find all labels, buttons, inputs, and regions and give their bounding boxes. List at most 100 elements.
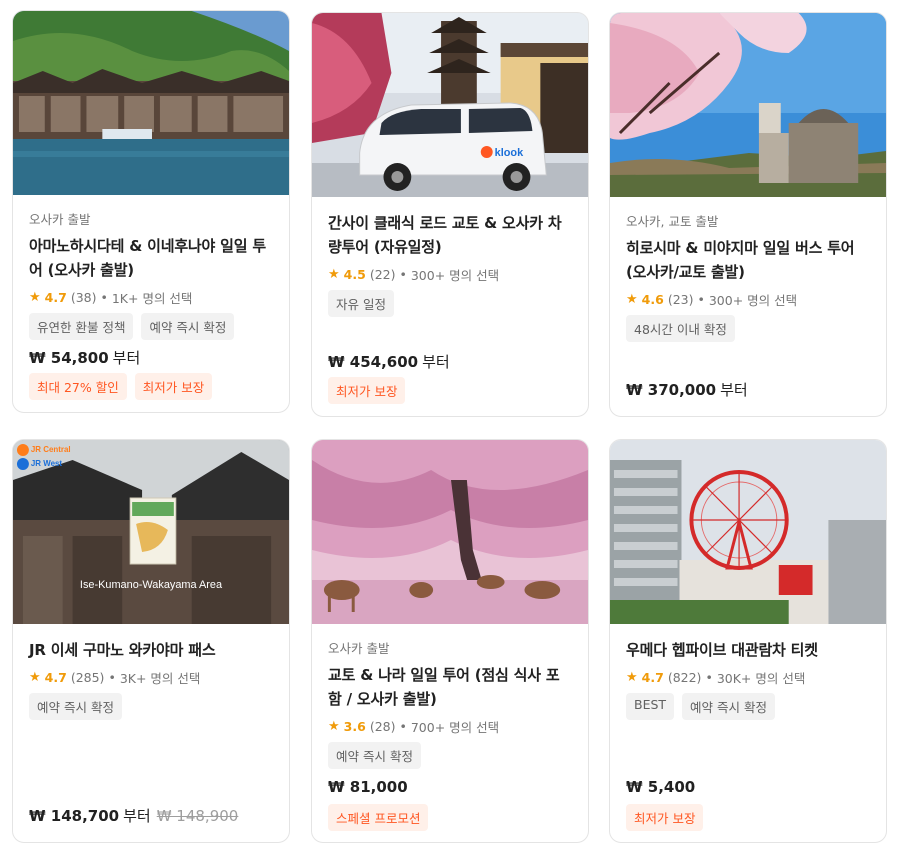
review-count: (38)	[70, 290, 97, 305]
tag-best: BEST	[626, 693, 675, 720]
product-title[interactable]: 히로시마 & 미야지마 일일 버스 투어 (오사카/교토 출발)	[626, 236, 870, 284]
booked-count: 300+ 명의 선택	[708, 293, 798, 308]
product-image[interactable]	[312, 440, 588, 624]
product-card-hiroshima-miyajima[interactable]: 오사카, 교토 출발 히로시마 & 미야지마 일일 버스 투어 (오사카/교토 …	[609, 12, 887, 417]
tag-confirm-48h: 48시간 이내 확정	[626, 315, 735, 342]
tag-list: BEST 예약 즉시 확정	[626, 693, 870, 720]
van-logo: klook	[495, 147, 524, 159]
tag-instant-confirm: 예약 즉시 확정	[141, 313, 235, 340]
product-card-hep-five-ferris-wheel[interactable]: 우메다 헵파이브 대관람차 티켓 ★ 4.7 (822) • 30K+ 명의 선…	[609, 439, 887, 843]
rating-score: 4.7	[44, 290, 67, 305]
rating-row: ★ 4.7 (822) • 30K+ 명의 선택	[626, 668, 870, 687]
price-value: ₩ 81,000	[328, 778, 408, 796]
price: ₩ 5,400	[626, 778, 695, 796]
product-card-jr-ise-kumano-pass[interactable]: JR Central JR West Ise-Kumano-Wakayama A…	[12, 439, 290, 843]
booked-count: 3K+ 명의 선택	[119, 671, 201, 686]
product-title[interactable]: 교토 & 나라 일일 투어 (점심 식사 포함 / 오사카 출발)	[328, 663, 572, 711]
price: ₩ 370,000 부터	[626, 379, 748, 400]
product-card-kyoto-nara[interactable]: 오사카 출발 교토 & 나라 일일 투어 (점심 식사 포함 / 오사카 출발)…	[311, 439, 589, 843]
product-title[interactable]: 우메다 헵파이브 대관람차 티켓	[626, 638, 870, 662]
price-suffix: 부터	[422, 353, 450, 371]
rating-row: ★ 4.5 (22) • 300+ 명의 선택	[328, 265, 572, 284]
separator-dot: •	[399, 267, 407, 282]
star-icon: ★	[328, 267, 340, 282]
promo-best-price-badge: 최저가 보장	[134, 373, 213, 400]
product-image[interactable]: JR Central JR West Ise-Kumano-Wakayama A…	[13, 440, 289, 624]
rating-score: 4.7	[641, 670, 664, 685]
jr-central-logo: JR Central	[31, 445, 71, 454]
product-image[interactable]	[13, 11, 289, 195]
booked-count: 1K+ 명의 선택	[111, 291, 193, 306]
rating-score: 3.6	[343, 719, 366, 734]
rating-row: ★ 4.7 (38) • 1K+ 명의 선택	[29, 288, 273, 307]
promo-special-badge: 스페셜 프로모션	[328, 804, 429, 831]
departure-label: 오사카, 교토 출발	[626, 214, 719, 229]
promo-list: 스페셜 프로모션	[328, 804, 429, 831]
product-image[interactable]	[610, 440, 886, 624]
price-value: ₩ 54,800	[29, 349, 109, 367]
booked-count: 30K+ 명의 선택	[716, 671, 806, 686]
product-title[interactable]: 아마노하시다테 & 이네후나야 일일 투어 (오사카 출발)	[29, 234, 273, 282]
product-card-amanohashidate[interactable]: 오사카 출발 아마노하시다테 & 이네후나야 일일 투어 (오사카 출발) ★ …	[12, 10, 290, 413]
booked-count: 700+ 명의 선택	[410, 720, 500, 735]
departure-label: 오사카 출발	[29, 212, 91, 227]
star-icon: ★	[328, 719, 340, 734]
departure-label: 오사카 출발	[328, 641, 390, 656]
rating-score: 4.6	[641, 292, 664, 307]
rating-row: ★ 4.7 (285) • 3K+ 명의 선택	[29, 668, 273, 687]
image-caption: Ise-Kumano-Wakayama Area	[80, 579, 223, 591]
separator-dot: •	[100, 290, 108, 305]
promo-list: 최저가 보장	[328, 377, 406, 404]
booked-count: 300+ 명의 선택	[410, 268, 500, 283]
product-image[interactable]: klook	[312, 13, 588, 197]
review-count: (23)	[667, 292, 694, 307]
jr-west-logo: JR West	[31, 459, 63, 468]
product-card-kansai-car-tour[interactable]: klook 간사이 클래식 로드 교토 & 오사카 차량투어 (자유일정) ★ …	[311, 12, 589, 417]
tag-instant-confirm: 예약 즉시 확정	[328, 742, 421, 769]
price-suffix: 부터	[123, 807, 151, 825]
rating-row: ★ 4.6 (23) • 300+ 명의 선택	[626, 290, 870, 309]
tag-list: 유연한 환불 정책 예약 즉시 확정	[29, 313, 273, 340]
price-value: ₩ 148,700	[29, 807, 120, 825]
review-count: (22)	[369, 267, 396, 282]
price-value: ₩ 454,600	[328, 353, 419, 371]
tag-list: 예약 즉시 확정	[29, 693, 273, 720]
rating-score: 4.7	[44, 670, 67, 685]
price-suffix: 부터	[720, 381, 748, 399]
tag-flexible-refund: 유연한 환불 정책	[29, 313, 134, 340]
tag-list: 자유 일정	[328, 290, 572, 317]
star-icon: ★	[29, 290, 41, 305]
product-title[interactable]: 간사이 클래식 로드 교토 & 오사카 차량투어 (자유일정)	[328, 211, 572, 259]
price: ₩ 81,000	[328, 778, 408, 796]
separator-dot: •	[697, 292, 705, 307]
product-title[interactable]: JR 이세 구마노 와카야마 패스	[29, 638, 273, 662]
star-icon: ★	[626, 670, 638, 685]
price: ₩ 148,700 부터 ₩ 148,900	[29, 805, 238, 826]
price-value: ₩ 5,400	[626, 778, 696, 796]
separator-dot: •	[399, 719, 407, 734]
review-count: (822)	[667, 670, 702, 685]
price-suffix: 부터	[112, 349, 141, 367]
promo-best-price-badge: 최저가 보장	[626, 804, 704, 831]
original-price: ₩ 148,900	[156, 807, 239, 825]
tag-free-schedule: 자유 일정	[328, 290, 394, 317]
promo-list: 최저가 보장	[626, 804, 704, 831]
star-icon: ★	[29, 670, 41, 685]
promo-list: 최대 27% 할인 최저가 보장	[29, 373, 213, 400]
tag-list: 예약 즉시 확정	[328, 742, 572, 769]
product-image[interactable]	[610, 13, 886, 197]
separator-dot: •	[108, 670, 116, 685]
tag-list: 48시간 이내 확정	[626, 315, 870, 342]
price: ₩ 54,800 부터	[29, 347, 140, 368]
promo-best-price-badge: 최저가 보장	[328, 377, 406, 404]
tag-instant-confirm: 예약 즉시 확정	[29, 693, 122, 720]
review-count: (28)	[369, 719, 396, 734]
price: ₩ 454,600 부터	[328, 351, 450, 372]
promo-discount-badge: 최대 27% 할인	[29, 373, 127, 400]
rating-row: ★ 3.6 (28) • 700+ 명의 선택	[328, 717, 572, 736]
tag-instant-confirm: 예약 즉시 확정	[682, 693, 775, 720]
separator-dot: •	[705, 670, 713, 685]
price-value: ₩ 370,000	[626, 381, 717, 399]
star-icon: ★	[626, 292, 638, 307]
review-count: (285)	[70, 670, 105, 685]
